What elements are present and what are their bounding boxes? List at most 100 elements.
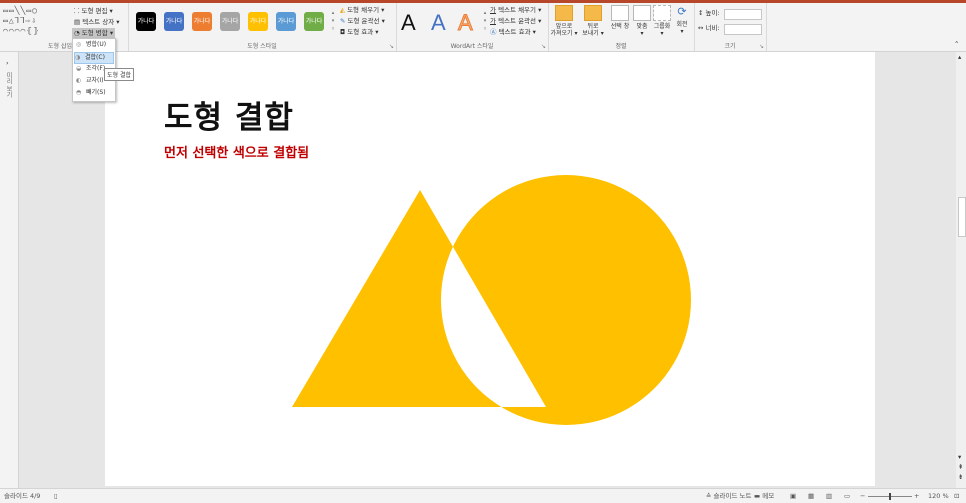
merge-shapes-icon: ◔ xyxy=(74,29,82,37)
height-input[interactable] xyxy=(724,9,762,20)
shape-outline-label: 도형 윤곽선 xyxy=(347,17,380,25)
text-outline-icon: 가 xyxy=(490,17,496,25)
vertical-scrollbar[interactable]: ▴ ▾ ⇞ ⇟ xyxy=(956,52,966,488)
style-swatch-3[interactable]: 가나다 xyxy=(192,12,212,31)
shape-styles-launcher-icon[interactable]: ↘ xyxy=(389,43,394,50)
comments-button[interactable]: ▬ 메모 xyxy=(754,489,774,503)
rotate-label: 회전 xyxy=(676,21,688,28)
next-slide-icon[interactable]: ⇟ xyxy=(958,472,963,482)
style-swatch-6[interactable]: 가나다 xyxy=(276,12,296,31)
scroll-thumb[interactable] xyxy=(958,197,966,237)
intersect-icon: ◐ xyxy=(76,77,82,84)
wordart-style-2[interactable]: A xyxy=(431,11,446,35)
shape-styles-group: 가나다 가나다 가나다 가나다 가나다 가나다 가나다 ▴ ▾ ▿ ◭ 도형 채우기… xyxy=(128,3,397,51)
wordart-title: WordArt 스타일 xyxy=(450,43,494,50)
comment-icon: ▬ xyxy=(754,492,763,500)
spellcheck-icon[interactable]: ▯ xyxy=(54,489,58,503)
fit-slide-icon[interactable]: ⊡ xyxy=(954,489,959,503)
status-bar: 슬라이드 4/9 ▯ ≙ 슬라이드 노트 ▬ 메모 ▣ ▦ ▥ ▭ − + 12… xyxy=(0,488,966,503)
style-swatch-5[interactable]: 가나다 xyxy=(248,12,268,31)
style-swatch-4[interactable]: 가나다 xyxy=(220,12,240,31)
slide-sorter-icon[interactable]: ▦ xyxy=(808,489,814,503)
text-effects-label: 텍스트 효과 xyxy=(498,28,531,36)
combined-shape[interactable] xyxy=(292,175,691,425)
size-launcher-icon[interactable]: ↘ xyxy=(759,43,764,50)
width-input[interactable] xyxy=(724,24,762,35)
combine-tooltip: 도형 결합 xyxy=(104,68,134,81)
slide-canvas[interactable]: 도형 결합 먼저 선택한 색으로 결합됨 xyxy=(105,52,875,486)
merge-shapes-button[interactable]: ◔ 도형 병합 ▾ xyxy=(72,28,116,38)
group-button[interactable]: 그룹화 ▾ xyxy=(652,5,672,37)
wordart-gallery-scroll[interactable]: ▴ ▾ ▿ xyxy=(482,9,488,33)
text-outline-button[interactable]: 가 텍스트 윤곽선 ▾ xyxy=(490,16,541,26)
scroll-down-icon[interactable]: ▾ xyxy=(958,452,961,462)
effects-icon: ◘ xyxy=(340,28,346,36)
combined-shape-art[interactable] xyxy=(105,52,875,486)
union-label: 병합(U) xyxy=(86,41,107,48)
wordart-style-3[interactable]: A xyxy=(458,10,474,35)
collapse-ribbon-icon[interactable]: ⌃ xyxy=(954,39,959,49)
paint-bucket-icon: ◭ xyxy=(340,6,345,14)
merge-combine-item[interactable]: ◑ 결합(C) xyxy=(74,52,114,64)
send-backward-label-1: 뒤로 xyxy=(587,23,599,30)
style-swatch-7[interactable]: 가나다 xyxy=(304,12,324,31)
align-button[interactable]: 맞춤 ▾ xyxy=(632,5,652,37)
reading-view-icon[interactable]: ▥ xyxy=(826,489,832,503)
notes-button[interactable]: ≙ 슬라이드 노트 xyxy=(706,489,751,503)
merge-shapes-label: 도형 병합 xyxy=(81,29,108,37)
slideshow-icon[interactable]: ▭ xyxy=(844,489,850,503)
combine-icon: ◑ xyxy=(75,54,81,61)
expand-thumbnails-icon[interactable]: › xyxy=(6,58,9,68)
text-fill-label: 텍스트 채우기 xyxy=(498,6,537,14)
bring-forward-label-1: 앞으로 xyxy=(555,23,573,30)
text-effects-icon: Ⓐ xyxy=(490,28,497,36)
subtract-label: 빼기(S) xyxy=(86,89,106,96)
style-gallery-scroll[interactable]: ▴ ▾ ▿ xyxy=(330,9,336,33)
shape-effects-label: 도형 효과 xyxy=(347,28,374,36)
send-backward-button[interactable]: 뒤로 보내기 ▾ xyxy=(579,5,607,37)
shape-gallery[interactable]: ▭▭╲╲▭◯ ▭△⅂⅂⇨⇩ ⌒⌒⌒⌒⦃⦄ xyxy=(3,6,40,36)
send-backward-icon xyxy=(584,5,602,21)
prev-slide-icon[interactable]: ⇞ xyxy=(958,462,963,472)
bring-forward-label-2: 가져오기 xyxy=(550,30,573,37)
thumbnail-pane-collapsed[interactable]: › 미리 보기 xyxy=(0,52,19,488)
arrange-group: 앞으로 가져오기 ▾ 뒤로 보내기 ▾ 선택 창 맞춤 ▾ 그룹화 ▾ ⟳ 회전 ▾ … xyxy=(548,3,695,51)
text-fill-button[interactable]: 가 텍스트 채우기 ▾ xyxy=(490,5,541,15)
zoom-in-icon[interactable]: + xyxy=(914,489,919,503)
rotate-button[interactable]: ⟳ 회전 ▾ xyxy=(672,5,692,35)
zoom-out-icon[interactable]: − xyxy=(860,489,865,503)
bring-forward-icon xyxy=(555,5,573,21)
width-label: 너비: xyxy=(705,24,720,32)
merge-union-item[interactable]: ◎ 병합(U) xyxy=(76,40,106,50)
merge-intersect-item[interactable]: ◐ 교차(I) xyxy=(76,76,104,86)
scroll-up-icon[interactable]: ▴ xyxy=(958,52,961,62)
merge-subtract-item[interactable]: ◓ 빼기(S) xyxy=(76,88,106,98)
shape-fill-label: 도형 채우기 xyxy=(347,6,380,14)
style-swatch-2[interactable]: 가나다 xyxy=(164,12,184,31)
style-swatch-1[interactable]: 가나다 xyxy=(136,12,156,31)
edit-shape-button[interactable]: ⸬ 도형 편집 ▾ xyxy=(74,6,113,16)
text-effects-button[interactable]: Ⓐ 텍스트 효과 ▾ xyxy=(490,27,536,37)
selection-pane-button[interactable]: 선택 창 xyxy=(608,5,632,30)
merge-fragment-item[interactable]: ◒ 조각(F) xyxy=(76,64,105,74)
pen-icon: ✎ xyxy=(340,17,346,25)
shape-fill-button[interactable]: ◭ 도형 채우기 ▾ xyxy=(340,5,384,15)
combine-label: 결합(C) xyxy=(85,54,105,61)
selection-pane-label: 선택 창 xyxy=(610,23,630,30)
width-row: ↔ 너비: xyxy=(698,23,720,33)
wordart-group: A A A ▴ ▾ ▿ 가 텍스트 채우기 ▾ 가 텍스트 윤곽선 ▾ Ⓐ 텍스트 … xyxy=(396,3,549,51)
bring-forward-button[interactable]: 앞으로 가져오기 ▾ xyxy=(550,5,578,37)
union-icon: ◎ xyxy=(76,41,82,48)
zoom-slider-thumb[interactable] xyxy=(889,493,891,500)
shape-effects-button[interactable]: ◘ 도형 효과 ▾ xyxy=(340,27,379,37)
wordart-launcher-icon[interactable]: ↘ xyxy=(541,43,546,50)
shape-outline-button[interactable]: ✎ 도형 윤곽선 ▾ xyxy=(340,16,385,26)
zoom-level[interactable]: 120 % xyxy=(928,489,949,503)
normal-view-icon[interactable]: ▣ xyxy=(790,489,796,503)
rotate-icon: ⟳ xyxy=(677,5,687,18)
wordart-style-1[interactable]: A xyxy=(401,11,416,35)
ribbon: ▭▭╲╲▭◯ ▭△⅂⅂⇨⇩ ⌒⌒⌒⌒⦃⦄ ⸬ 도형 편집 ▾ ▤ 텍스트 상자 ▾ … xyxy=(0,3,966,52)
text-box-button[interactable]: ▤ 텍스트 상자 ▾ xyxy=(74,17,120,27)
size-group: ↕ 높이: ↔ 너비: 크기 ↘ xyxy=(694,3,767,51)
notes-label: 슬라이드 노트 xyxy=(713,492,752,500)
